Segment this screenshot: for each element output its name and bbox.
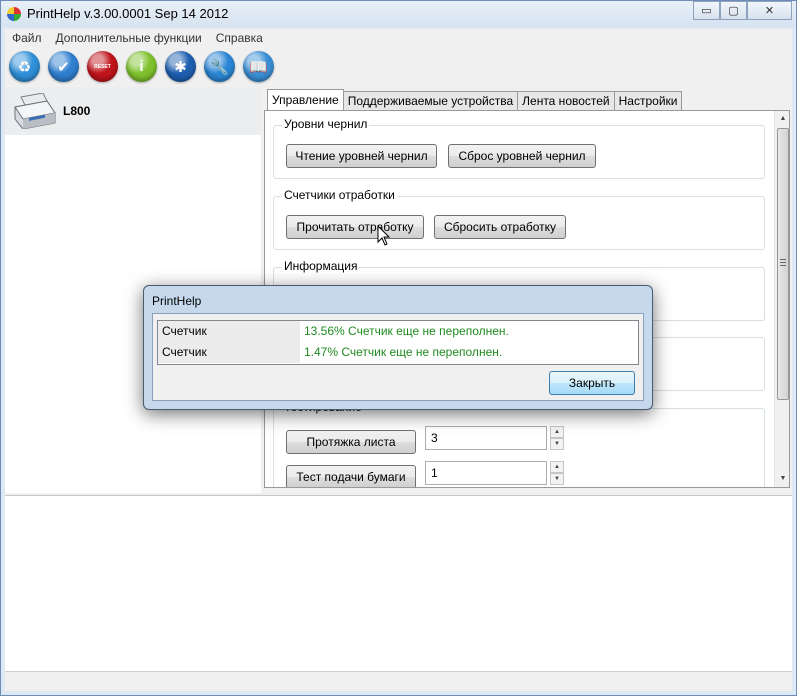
paper-feed-spinner[interactable]: ▲ ▼ <box>550 461 564 485</box>
spin-up-icon[interactable]: ▲ <box>550 426 564 438</box>
refresh-button[interactable]: ♻ <box>9 51 40 82</box>
row-label: Счетчик <box>158 321 300 342</box>
close-icon: ✕ <box>764 5 775 17</box>
maximize-icon: ▢ <box>728 5 739 17</box>
reset-icon: RESET <box>94 63 111 70</box>
reset-button[interactable]: RESET <box>87 51 118 82</box>
info-icon: i <box>139 58 144 75</box>
recycle-icon: ♻ <box>17 58 32 76</box>
spin-down-icon[interactable]: ▼ <box>550 438 564 450</box>
information-title: Информация <box>282 259 360 273</box>
device-name: L800 <box>63 104 91 118</box>
menu-bar: Файл Дополнительные функции Справка <box>5 29 792 48</box>
tab-strip: Управление Поддерживаемые устройства Лен… <box>267 89 683 111</box>
paper-feed-test-button[interactable]: Тест подачи бумаги <box>286 465 416 487</box>
menu-extra-functions[interactable]: Дополнительные функции <box>49 29 209 48</box>
result-list[interactable]: Счетчик 13.56% Счетчик еще не переполнен… <box>157 320 639 365</box>
book-icon: 📖 <box>249 58 268 76</box>
dialog-title: PrintHelp <box>152 294 202 308</box>
list-item: Счетчик 13.56% Счетчик еще не переполнен… <box>158 321 638 342</box>
info-button[interactable]: i <box>126 51 157 82</box>
reset-counters-button[interactable]: Сбросить отработку <box>434 215 566 239</box>
app-icon <box>7 7 21 21</box>
window-title: PrintHelp v.3.00.0001 Sep 14 2012 <box>27 6 229 21</box>
title-bar[interactable]: PrintHelp v.3.00.0001 Sep 14 2012 ▭ ▢ ✕ <box>1 1 796 27</box>
app-window: PrintHelp v.3.00.0001 Sep 14 2012 ▭ ▢ ✕ … <box>0 0 797 696</box>
read-counters-button[interactable]: Прочитать отработку <box>286 215 424 239</box>
menu-file[interactable]: Файл <box>5 29 49 48</box>
list-item: Счетчик 1.47% Счетчик еще не переполнен. <box>158 342 638 363</box>
waste-counters-group: Счетчики отработки Прочитать отработку С… <box>273 188 765 250</box>
check-button[interactable]: ✔ <box>48 51 79 82</box>
spin-down-icon[interactable]: ▼ <box>550 473 564 485</box>
toolbar: ♻ ✔ RESET i ✱ 🔧 📖 <box>9 51 274 85</box>
tab-settings[interactable]: Настройки <box>613 91 683 111</box>
tab-news-feed[interactable]: Лента новостей <box>517 91 615 111</box>
checkmark-icon: ✔ <box>57 58 70 76</box>
settings-button[interactable]: ✱ <box>165 51 196 82</box>
menu-help[interactable]: Справка <box>209 29 270 48</box>
scroll-down-icon[interactable]: ▼ <box>775 471 789 487</box>
minimize-button[interactable]: ▭ <box>693 1 720 20</box>
scroll-thumb[interactable] <box>777 128 789 400</box>
log-panel <box>5 495 792 671</box>
panel-scrollbar[interactable]: ▲ ▼ <box>774 111 789 487</box>
wrench-icon: 🔧 <box>210 58 229 76</box>
tools-button[interactable]: 🔧 <box>204 51 235 82</box>
dialog-body: Счетчик 13.56% Счетчик еще не переполнен… <box>152 313 644 401</box>
scroll-up-icon[interactable]: ▲ <box>775 111 789 127</box>
paper-feed-count-input[interactable] <box>425 461 547 485</box>
close-dialog-button[interactable]: Закрыть <box>549 371 635 395</box>
row-message: 1.47% Счетчик еще не переполнен. <box>304 345 503 359</box>
row-label: Счетчик <box>158 342 300 363</box>
printer-icon <box>14 93 56 129</box>
sheet-feed-button[interactable]: Протяжка листа <box>286 430 416 454</box>
close-window-button[interactable]: ✕ <box>747 1 792 20</box>
maximize-button[interactable]: ▢ <box>720 1 747 20</box>
grip-icon <box>780 259 786 266</box>
settings-icon: ✱ <box>174 58 187 76</box>
ink-levels-group: Уровни чернил Чтение уровней чернил Сбро… <box>273 117 765 179</box>
window-controls: ▭ ▢ ✕ <box>693 1 792 21</box>
sheet-feed-spinner[interactable]: ▲ ▼ <box>550 426 564 450</box>
testing-group: Тестирование Протяжка листа ▲▼ Тест пода… <box>273 400 765 487</box>
device-item-l800[interactable]: L800 <box>5 87 261 135</box>
reset-ink-levels-button[interactable]: Сброс уровней чернил <box>448 144 596 168</box>
result-dialog: PrintHelp Счетчик 13.56% Счетчик еще не … <box>143 285 653 410</box>
ink-levels-title: Уровни чернил <box>282 117 370 131</box>
spin-up-icon[interactable]: ▲ <box>550 461 564 473</box>
help-button[interactable]: 📖 <box>243 51 274 82</box>
tab-supported-devices[interactable]: Поддерживаемые устройства <box>342 91 519 111</box>
status-bar <box>5 671 792 691</box>
minimize-icon: ▭ <box>701 5 712 17</box>
sheet-feed-count-input[interactable] <box>425 426 547 450</box>
waste-counters-title: Счетчики отработки <box>282 188 397 202</box>
row-message: 13.56% Счетчик еще не переполнен. <box>304 324 509 338</box>
read-ink-levels-button[interactable]: Чтение уровней чернил <box>286 144 437 168</box>
mouse-cursor-icon <box>377 225 391 246</box>
tab-management[interactable]: Управление <box>267 89 344 111</box>
